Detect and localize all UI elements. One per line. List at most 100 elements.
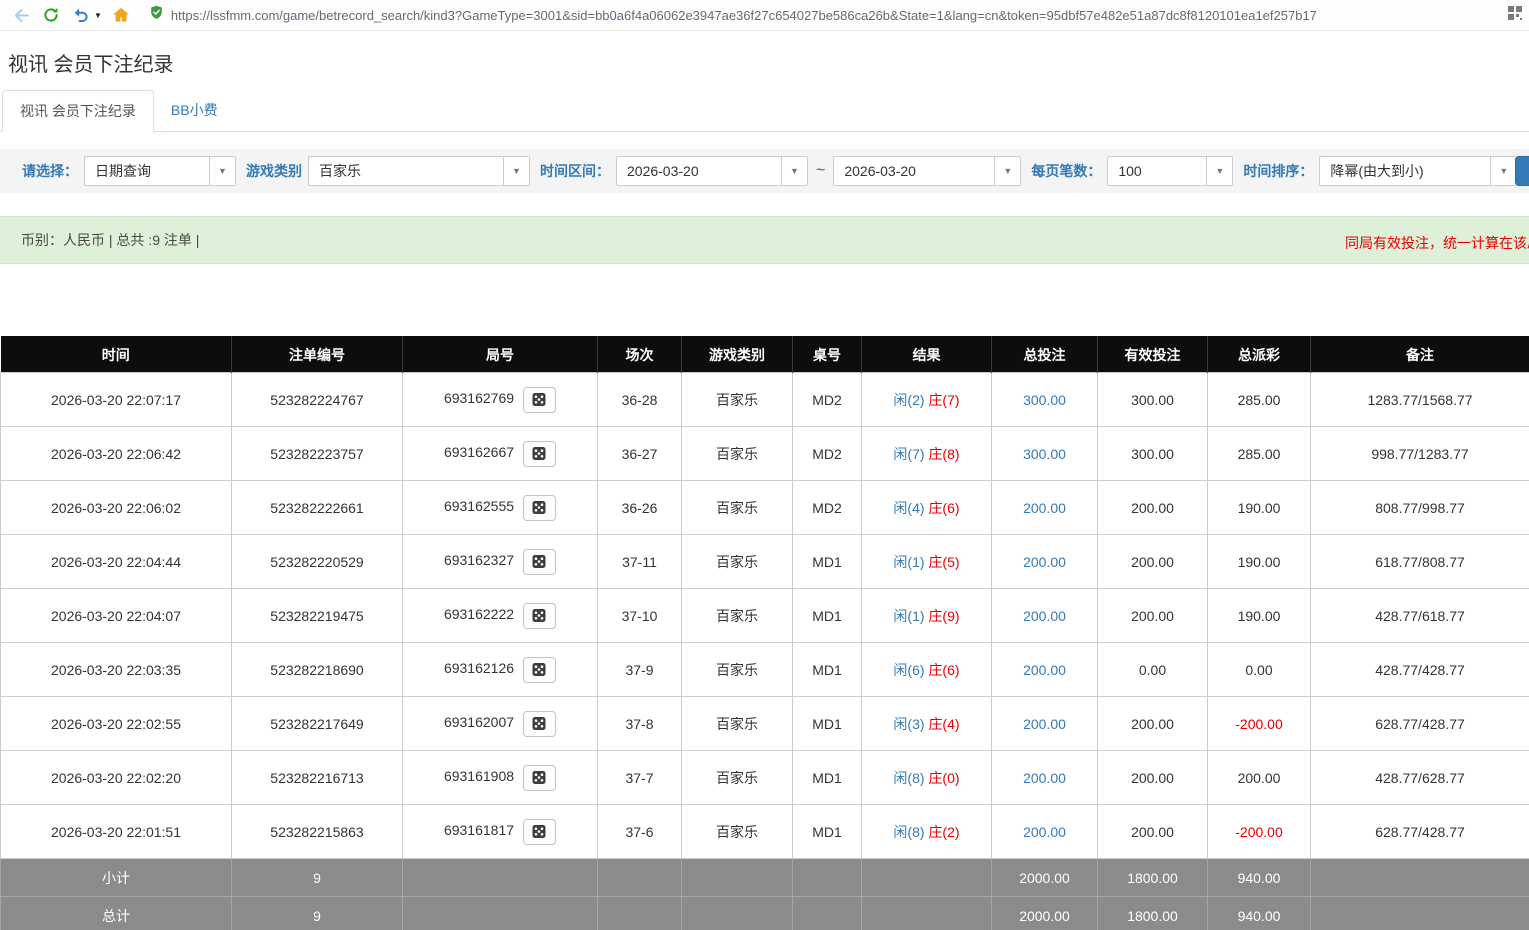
cell-total-bet: 200.00 bbox=[992, 751, 1098, 805]
round-detail-button[interactable] bbox=[523, 441, 556, 467]
summary-payout: 940.00 bbox=[1208, 897, 1311, 930]
round-detail-button[interactable] bbox=[523, 603, 556, 629]
column-header: 时间 bbox=[1, 337, 232, 373]
cell-payout: -200.00 bbox=[1208, 697, 1311, 751]
select-page-size[interactable]: 100 ▼ bbox=[1107, 156, 1233, 186]
cell-round-number: 693162007 bbox=[403, 697, 598, 751]
cell-note: 628.77/428.77 bbox=[1311, 697, 1529, 751]
result-banker: 庄(9) bbox=[928, 608, 959, 624]
refresh-icon[interactable] bbox=[39, 3, 63, 27]
total-bet-link[interactable]: 200.00 bbox=[1023, 500, 1066, 516]
round-detail-button[interactable] bbox=[523, 819, 556, 845]
round-detail-button[interactable] bbox=[523, 387, 556, 413]
address-bar[interactable]: https://lssfmm.com/game/betrecord_search… bbox=[148, 4, 1503, 26]
round-detail-button[interactable] bbox=[523, 657, 556, 683]
date-range-separator: ~ bbox=[816, 162, 825, 180]
back-icon[interactable] bbox=[9, 3, 33, 27]
chevron-down-icon[interactable]: ▼ bbox=[94, 11, 102, 20]
round-detail-button[interactable] bbox=[523, 495, 556, 521]
cell-time: 2026-03-20 22:03:35 bbox=[1, 643, 232, 697]
total-bet-link[interactable]: 200.00 bbox=[1023, 554, 1066, 570]
home-icon[interactable] bbox=[109, 3, 133, 27]
cell-valid-bet: 200.00 bbox=[1098, 535, 1208, 589]
cell-round-number: 693162555 bbox=[403, 481, 598, 535]
cell-round-number: 693162222 bbox=[403, 589, 598, 643]
select-sort-order[interactable]: 降幂(由大到小) ▼ bbox=[1319, 156, 1517, 186]
cell-round-number: 693162769 bbox=[403, 373, 598, 427]
tab-bet-records[interactable]: 视讯 会员下注纪录 bbox=[2, 90, 154, 132]
cell-valid-bet: 200.00 bbox=[1098, 697, 1208, 751]
summary-count: 9 bbox=[232, 859, 403, 897]
cell-result: 闲(4) 庄(6) bbox=[862, 481, 992, 535]
cell-game-type: 百家乐 bbox=[682, 589, 793, 643]
chevron-down-icon[interactable]: ▼ bbox=[1490, 157, 1516, 185]
total-bet-link[interactable]: 200.00 bbox=[1023, 716, 1066, 732]
result-player: 闲(1) bbox=[893, 554, 924, 570]
cell-result: 闲(2) 庄(7) bbox=[862, 373, 992, 427]
cell-session: 37-10 bbox=[598, 589, 682, 643]
cell-payout: 190.00 bbox=[1208, 535, 1311, 589]
total-bet-link[interactable]: 200.00 bbox=[1023, 770, 1066, 786]
cell-bet-number: 523282217649 bbox=[232, 697, 403, 751]
qr-code-icon[interactable] bbox=[1507, 5, 1523, 26]
time-range-label: 时间区间： bbox=[540, 161, 610, 181]
result-player: 闲(3) bbox=[893, 716, 924, 732]
round-detail-button[interactable] bbox=[523, 711, 556, 737]
cell-valid-bet: 0.00 bbox=[1098, 643, 1208, 697]
total-bet-link[interactable]: 200.00 bbox=[1023, 662, 1066, 678]
chevron-down-icon[interactable]: ▼ bbox=[209, 157, 235, 185]
round-number: 693161817 bbox=[444, 822, 514, 838]
select-date-from-value: 2026-03-20 bbox=[617, 157, 781, 185]
select-date-from[interactable]: 2026-03-20 ▼ bbox=[616, 156, 808, 186]
undo-icon[interactable] bbox=[69, 3, 93, 27]
summary-label: 小计 bbox=[1, 859, 232, 897]
table-row: 2026-03-20 22:06:02523282222661693162555… bbox=[1, 481, 1529, 535]
result-player: 闲(1) bbox=[893, 608, 924, 624]
cell-round-number: 693161908 bbox=[403, 751, 598, 805]
round-detail-button[interactable] bbox=[523, 765, 556, 791]
summary-label: 总计 bbox=[1, 897, 232, 930]
search-button[interactable] bbox=[1515, 156, 1529, 186]
column-header: 局号 bbox=[403, 337, 598, 373]
total-bet-link[interactable]: 300.00 bbox=[1023, 392, 1066, 408]
cell-payout: 190.00 bbox=[1208, 481, 1311, 535]
result-banker: 庄(5) bbox=[928, 554, 959, 570]
table-row: 2026-03-20 22:04:07523282219475693162222… bbox=[1, 589, 1529, 643]
select-game-type[interactable]: 百家乐 ▼ bbox=[308, 156, 530, 186]
cell-game-type: 百家乐 bbox=[682, 535, 793, 589]
column-header: 注单编号 bbox=[232, 337, 403, 373]
column-header: 备注 bbox=[1311, 337, 1529, 373]
dice-icon bbox=[531, 394, 548, 410]
total-bet-link[interactable]: 300.00 bbox=[1023, 446, 1066, 462]
select-date-to[interactable]: 2026-03-20 ▼ bbox=[833, 156, 1021, 186]
summary-valid-bet: 1800.00 bbox=[1098, 859, 1208, 897]
dice-icon bbox=[531, 502, 548, 518]
select-query-type-value: 日期查询 bbox=[85, 157, 209, 185]
cell-session: 36-28 bbox=[598, 373, 682, 427]
url-text: https://lssfmm.com/game/betrecord_search… bbox=[171, 8, 1317, 23]
summary-total-bet: 2000.00 bbox=[992, 859, 1098, 897]
total-bet-link[interactable]: 200.00 bbox=[1023, 608, 1066, 624]
summary-valid-bet: 1800.00 bbox=[1098, 897, 1208, 930]
round-number: 693162126 bbox=[444, 660, 514, 676]
chevron-down-icon[interactable]: ▼ bbox=[994, 157, 1020, 185]
dice-icon bbox=[531, 556, 548, 572]
dice-icon bbox=[531, 664, 548, 680]
payout-value: 285.00 bbox=[1238, 446, 1281, 462]
total-bet-link[interactable]: 200.00 bbox=[1023, 824, 1066, 840]
round-detail-button[interactable] bbox=[523, 549, 556, 575]
cell-payout: 190.00 bbox=[1208, 589, 1311, 643]
cell-note: 1283.77/1568.77 bbox=[1311, 373, 1529, 427]
select-query-type[interactable]: 日期查询 ▼ bbox=[84, 156, 236, 186]
dice-icon bbox=[531, 772, 548, 788]
cell-bet-number: 523282223757 bbox=[232, 427, 403, 481]
cell-time: 2026-03-20 22:02:55 bbox=[1, 697, 232, 751]
chevron-down-icon[interactable]: ▼ bbox=[503, 157, 529, 185]
cell-note: 618.77/808.77 bbox=[1311, 535, 1529, 589]
cell-payout: 0.00 bbox=[1208, 643, 1311, 697]
total-row: 总计92000.001800.00940.00 bbox=[1, 897, 1529, 930]
tab-bb-tip[interactable]: BB小费 bbox=[154, 90, 235, 131]
chevron-down-icon[interactable]: ▼ bbox=[781, 157, 807, 185]
cell-note: 998.77/1283.77 bbox=[1311, 427, 1529, 481]
chevron-down-icon[interactable]: ▼ bbox=[1206, 157, 1232, 185]
